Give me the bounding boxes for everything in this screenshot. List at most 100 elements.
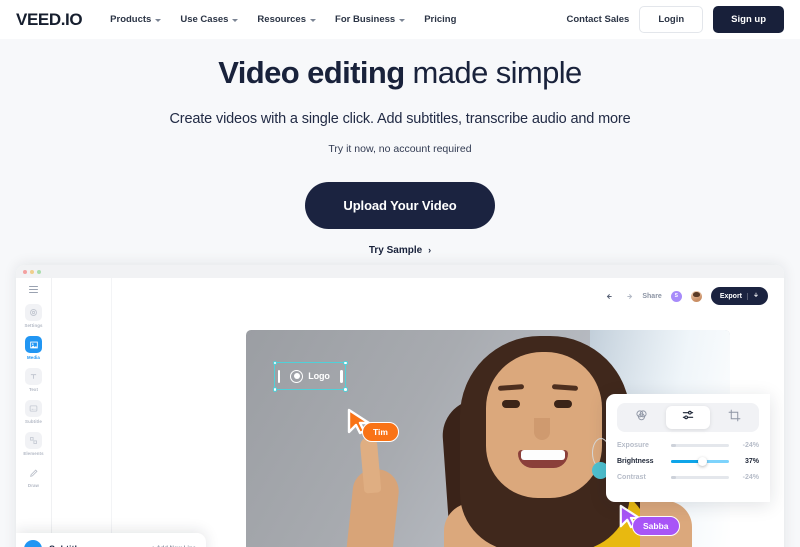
chevron-down-icon	[310, 18, 317, 22]
download-icon	[753, 292, 759, 300]
record-circle-icon	[290, 369, 304, 383]
undo-arrow-icon[interactable]	[606, 292, 615, 301]
editor-sidebar: Settings Media Text Subtitle Elements Dr…	[16, 278, 52, 547]
person-face	[486, 352, 602, 498]
person-eyebrow-left	[497, 384, 525, 391]
canvas-logo-element[interactable]: Logo	[272, 360, 348, 392]
hero-cta-wrap: Upload Your Video	[0, 181, 800, 229]
slider-brightness-label: Brightness	[617, 458, 654, 465]
collaborator-name-tag: Tim	[362, 422, 399, 442]
nav-item-pricing[interactable]: Pricing	[424, 14, 456, 25]
nav-item-for-business[interactable]: For Business	[335, 14, 406, 25]
sidebar-item-settings-label: Settings	[24, 323, 43, 329]
resize-handle-bottom-right[interactable]	[343, 387, 348, 392]
chevron-down-icon	[399, 18, 406, 22]
sidebar-item-media[interactable]: Media	[17, 336, 51, 360]
nav-item-for-business-label: For Business	[335, 14, 396, 25]
hero-subtitle: Create videos with a single click. Add s…	[169, 110, 631, 127]
elements-icon	[25, 432, 42, 450]
upload-your-video-button[interactable]: Upload Your Video	[305, 181, 495, 229]
sidebar-item-elements-label: Elements	[23, 451, 44, 457]
slider-contrast-track[interactable]	[671, 476, 729, 479]
chevron-right-icon: ›	[428, 245, 432, 256]
nav-item-products[interactable]: Products	[110, 14, 162, 25]
page-title-bold: Video editing	[218, 55, 405, 90]
landing-page: VEED.IO Products Use Cases Resources For…	[0, 0, 800, 547]
resize-handle-top-left[interactable]	[272, 360, 277, 365]
editor-canvas-area: Share S Export Logo Tim Sabba Exposure -…	[112, 278, 784, 547]
editor-top-toolbar: Share S Export	[606, 287, 768, 305]
sidebar-item-settings[interactable]: Settings	[17, 304, 51, 328]
sidebar-item-text[interactable]: Text	[17, 368, 51, 392]
redo-arrow-icon[interactable]	[624, 292, 633, 301]
nav-item-pricing-label: Pricing	[424, 14, 457, 25]
maximize-window-dot-icon	[37, 269, 41, 274]
chevron-down-icon	[155, 18, 162, 22]
contact-sales-link[interactable]: Contact Sales	[566, 14, 629, 25]
avatar[interactable]: S	[670, 290, 682, 302]
slider-brightness-knob[interactable]	[698, 457, 708, 466]
login-button[interactable]: Login	[639, 6, 704, 33]
sidebar-item-draw[interactable]: Draw	[17, 464, 51, 488]
person-teeth	[521, 450, 565, 460]
text-icon	[25, 368, 42, 386]
person-eye-right	[554, 400, 572, 408]
sidebar-item-subtitle-label: Subtitle	[25, 419, 42, 425]
sidebar-item-media-label: Media	[27, 355, 40, 361]
person-pointing-finger	[359, 436, 382, 494]
share-label[interactable]: Share	[642, 293, 661, 300]
person-mouth	[518, 450, 568, 468]
chevron-down-icon	[232, 18, 239, 22]
canvas-logo-label: Logo	[308, 371, 330, 381]
adjustments-tab-group	[617, 403, 759, 432]
nav-item-use-cases[interactable]: Use Cases	[180, 14, 239, 25]
slider-exposure[interactable]: Exposure -24%	[617, 442, 759, 449]
sidebar-item-subtitle[interactable]: Subtitle	[17, 400, 51, 424]
hamburger-icon[interactable]	[29, 286, 38, 294]
crop-icon	[728, 409, 741, 427]
slider-exposure-fill	[671, 444, 676, 447]
avatar[interactable]	[690, 290, 702, 302]
slider-brightness[interactable]: Brightness 37%	[617, 457, 759, 466]
resize-handle-bottom-left[interactable]	[272, 387, 277, 392]
nav-item-resources-label: Resources	[257, 14, 307, 25]
collaborator-cursor-sabba: Sabba	[618, 504, 680, 536]
pencil-icon	[25, 464, 42, 481]
hero-note: Try it now, no account required	[328, 142, 472, 155]
media-image-icon	[25, 336, 42, 354]
tab-adjustments[interactable]	[666, 406, 710, 429]
minimize-window-dot-icon	[30, 269, 34, 274]
page-title: Video editing made simple	[0, 54, 800, 93]
nav-item-use-cases-label: Use Cases	[180, 14, 229, 25]
primary-nav-links: Products Use Cases Resources For Busines…	[110, 14, 456, 25]
tab-crop[interactable]	[713, 406, 756, 429]
slider-contrast[interactable]: Contrast -24%	[617, 474, 759, 481]
resize-handle-left[interactable]	[277, 369, 280, 383]
signup-button[interactable]: Sign up	[713, 6, 784, 33]
collaborator-name-tag: Sabba	[632, 516, 680, 536]
divider	[747, 292, 748, 300]
slider-contrast-value: -24%	[742, 474, 759, 481]
try-sample-link[interactable]: Try Sample ›	[369, 245, 431, 256]
sidebar-item-draw-label: Draw	[27, 483, 40, 489]
resize-handle-right[interactable]	[340, 369, 343, 383]
subtitle-icon	[25, 400, 42, 418]
sidebar-item-elements[interactable]: Elements	[17, 432, 51, 456]
tab-color-filter[interactable]	[620, 406, 663, 429]
adjustments-sliders-icon	[681, 408, 695, 427]
settings-icon	[25, 304, 42, 322]
export-button-label: Export	[719, 292, 742, 300]
slider-contrast-fill	[671, 476, 676, 479]
resize-handle-top-right[interactable]	[343, 360, 348, 365]
export-button[interactable]: Export	[710, 287, 768, 305]
editor-body: Settings Media Text Subtitle Elements Dr…	[16, 278, 784, 547]
veed-logo[interactable]: VEED.IO	[16, 10, 83, 30]
adjustments-panel: Exposure -24% Brightness 37% Contrast -2…	[606, 394, 770, 502]
slider-exposure-track[interactable]	[671, 444, 729, 447]
subtitle-track-card[interactable]: Subtitle + Add New Line	[16, 533, 206, 547]
subtitle-circle-icon	[24, 540, 42, 547]
nav-item-resources[interactable]: Resources	[257, 14, 317, 25]
slider-contrast-label: Contrast	[617, 474, 646, 481]
nav-item-products-label: Products	[110, 14, 152, 25]
slider-brightness-track[interactable]	[671, 457, 729, 466]
